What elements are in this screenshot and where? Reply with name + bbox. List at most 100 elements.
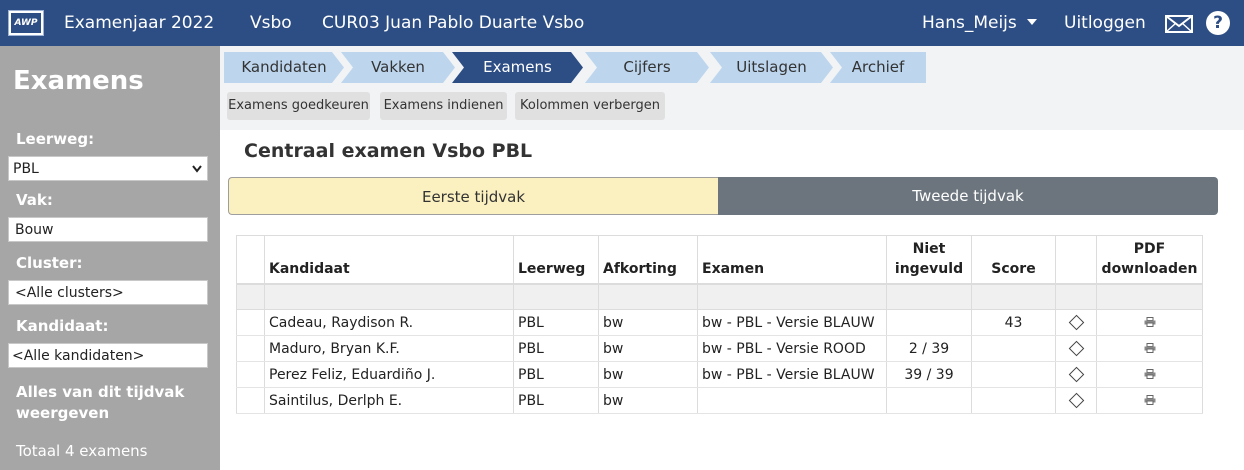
afkorting-header[interactable]: Afkorting	[598, 235, 698, 285]
mail-icon[interactable]	[1165, 15, 1193, 33]
filter-cell	[236, 283, 265, 310]
filter-cell	[1055, 283, 1097, 310]
diamond-status-icon[interactable]	[1068, 366, 1084, 382]
pdf-header-line1: PDF	[1133, 240, 1166, 257]
table-row[interactable]: Cadeau, Raydison R. PBL bw bw - PBL - Ve…	[236, 309, 1203, 336]
top-navbar: AWP Examenjaar 2022 Vsbo CUR03 Juan Pabl…	[0, 0, 1244, 46]
show-all-link[interactable]: Alles van dit tijdvak weergeven	[16, 382, 206, 424]
pdf-cell[interactable]	[1096, 309, 1203, 336]
filter-row	[236, 283, 1203, 310]
leerweg-header[interactable]: Leerweg	[513, 235, 599, 285]
crumb-archief[interactable]: Archief	[830, 52, 926, 83]
leerweg-value: PBL	[13, 161, 39, 177]
awp-logo[interactable]: AWP	[8, 10, 44, 36]
page-title: Centraal examen Vsbo PBL	[244, 140, 533, 162]
crumb-vakken[interactable]: Vakken	[341, 52, 455, 83]
score-header[interactable]: Score	[971, 235, 1056, 285]
select-column-header	[236, 235, 265, 285]
row-select-cell[interactable]	[236, 361, 265, 388]
filter-cell[interactable]	[886, 283, 972, 310]
niet-ingevuld-header[interactable]: Niet ingevuld	[886, 235, 972, 285]
chevron-down-icon	[192, 165, 202, 173]
diamond-status-icon[interactable]	[1068, 314, 1084, 330]
filter-cell[interactable]	[513, 283, 599, 310]
afkorting-cell: bw	[598, 387, 698, 414]
row-select-cell[interactable]	[236, 335, 265, 362]
pdf-cell[interactable]	[1096, 387, 1203, 414]
kandidaat-field[interactable]: <Alle kandidaten>	[8, 343, 208, 368]
pdf-header-line2: downloaden	[1101, 260, 1198, 277]
crumb-cijfers[interactable]: Cijfers	[585, 52, 709, 83]
filter-cell[interactable]	[971, 283, 1056, 310]
crumb-kandidaten[interactable]: Kandidaten	[224, 52, 344, 83]
niet-ingevuld-cell	[886, 309, 972, 336]
leerweg-cell: PBL	[513, 361, 599, 388]
crumb-uitslagen[interactable]: Uitslagen	[710, 52, 833, 83]
examen-header[interactable]: Examen	[697, 235, 887, 285]
leerweg-label: Leerweg:	[16, 130, 95, 148]
vak-label: Vak:	[16, 191, 53, 209]
table-header-row: Kandidaat Leerweg Afkorting Examen Niet i…	[236, 235, 1203, 285]
tab-eerste-tijdvak[interactable]: Eerste tijdvak	[228, 177, 718, 215]
table-row[interactable]: Saintilus, Derlph E. PBL bw	[236, 387, 1203, 414]
printer-icon[interactable]	[1144, 342, 1156, 353]
pdf-header: PDF downloaden	[1096, 235, 1203, 285]
crumb-examens[interactable]: Examens	[452, 52, 583, 83]
leerweg-select[interactable]: PBL	[8, 156, 208, 181]
kandidaat-label: Kandidaat:	[16, 317, 109, 335]
hide-columns-button[interactable]: Kolommen verbergen	[515, 92, 665, 120]
cluster-field[interactable]: <Alle clusters>	[8, 280, 208, 305]
row-select-cell[interactable]	[236, 387, 265, 414]
school-link[interactable]: CUR03 Juan Pablo Duarte Vsbo	[322, 0, 584, 46]
examen-cell[interactable]	[697, 387, 887, 414]
vak-field[interactable]: Bouw	[8, 217, 208, 242]
niet-ingevuld-cell: 39 / 39	[886, 361, 972, 388]
kandidaat-cell: Maduro, Bryan K.F.	[264, 335, 514, 362]
niet-ingevuld-header-line1: Niet	[912, 240, 946, 257]
exam-year-link[interactable]: Examenjaar 2022	[64, 0, 214, 46]
diamond-status-icon[interactable]	[1068, 392, 1084, 408]
approve-exams-button[interactable]: Examens goedkeuren	[227, 92, 370, 120]
logo-text: AWP	[11, 13, 41, 33]
logout-link[interactable]: Uitloggen	[1064, 0, 1146, 46]
submit-exams-button[interactable]: Examens indienen	[380, 92, 507, 120]
status-cell[interactable]	[1055, 387, 1097, 414]
pdf-cell[interactable]	[1096, 335, 1203, 362]
filter-cell[interactable]	[697, 283, 887, 310]
pdf-cell[interactable]	[1096, 361, 1203, 388]
user-name: Hans_Meijs	[922, 13, 1017, 33]
kandidaat-cell: Perez Feliz, Eduardiño J.	[264, 361, 514, 388]
score-cell	[971, 361, 1056, 388]
exams-table: Kandidaat Leerweg Afkorting Examen Niet i…	[236, 235, 1203, 414]
kandidaat-header[interactable]: Kandidaat	[264, 235, 514, 285]
table-row[interactable]: Maduro, Bryan K.F. PBL bw bw - PBL - Ver…	[236, 335, 1203, 362]
printer-icon[interactable]	[1144, 394, 1156, 405]
filter-cell[interactable]	[598, 283, 698, 310]
status-column-header	[1055, 235, 1097, 285]
afkorting-cell: bw	[598, 335, 698, 362]
tab-tweede-tijdvak[interactable]: Tweede tijdvak	[718, 177, 1218, 215]
department-link[interactable]: Vsbo	[250, 0, 292, 46]
table-row[interactable]: Perez Feliz, Eduardiño J. PBL bw bw - PB…	[236, 361, 1203, 388]
filter-cell[interactable]	[264, 283, 514, 310]
caret-down-icon	[1026, 19, 1037, 25]
help-icon[interactable]: ?	[1206, 11, 1230, 35]
status-cell[interactable]	[1055, 361, 1097, 388]
status-cell[interactable]	[1055, 309, 1097, 336]
examen-cell[interactable]: bw - PBL - Versie BLAUW	[697, 309, 887, 336]
score-cell	[971, 335, 1056, 362]
examen-cell[interactable]: bw - PBL - Versie ROOD	[697, 335, 887, 362]
printer-icon[interactable]	[1144, 368, 1156, 379]
cluster-label: Cluster:	[16, 254, 83, 272]
examen-cell[interactable]: bw - PBL - Versie BLAUW	[697, 361, 887, 388]
sidebar-title: Examens	[13, 66, 144, 96]
printer-icon[interactable]	[1144, 316, 1156, 327]
sidebar: Examens Leerweg: PBL Vak: Bouw Cluster: …	[0, 46, 220, 470]
kandidaat-cell: Cadeau, Raydison R.	[264, 309, 514, 336]
row-select-cell[interactable]	[236, 309, 265, 336]
status-cell[interactable]	[1055, 335, 1097, 362]
niet-ingevuld-cell	[886, 387, 972, 414]
diamond-status-icon[interactable]	[1068, 340, 1084, 356]
user-menu[interactable]: Hans_Meijs	[922, 0, 1037, 46]
score-cell: 43	[971, 309, 1056, 336]
